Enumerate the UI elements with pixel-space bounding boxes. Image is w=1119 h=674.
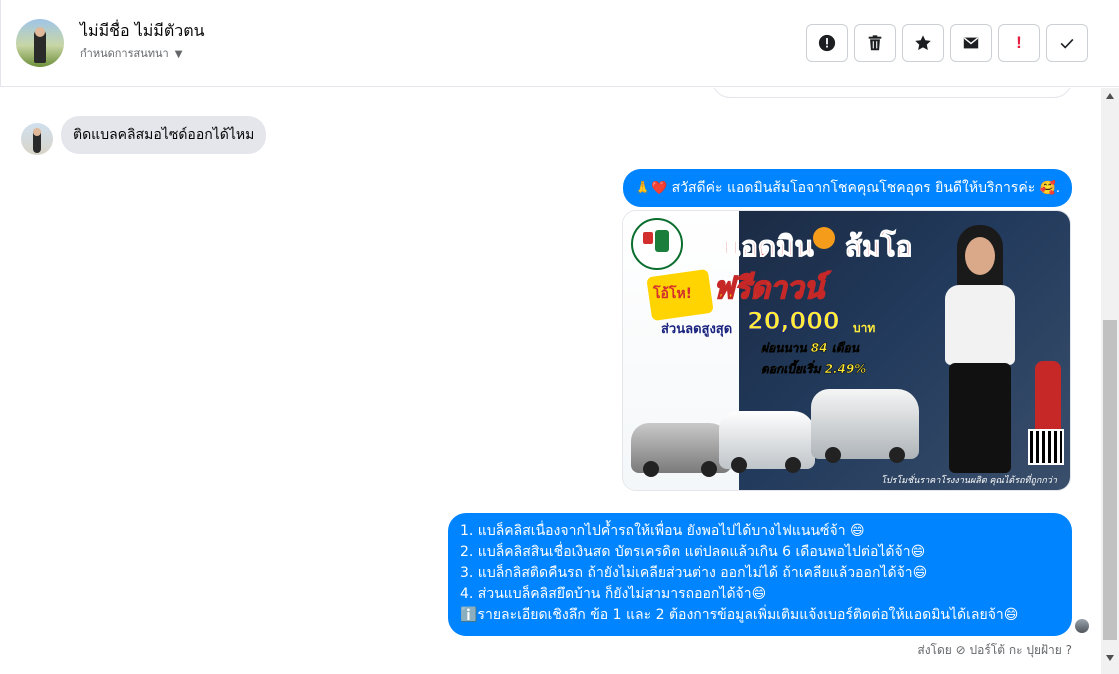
promo-headline: ฟรีดาวน์	[712, 270, 825, 307]
scroll-down-icon[interactable]	[1106, 655, 1114, 661]
conversation-header: ไม่มีชื่อ ไม่มีตัวตน กำหนดการสนทนา ▼ !	[0, 0, 1119, 87]
dealer-logo	[631, 218, 683, 270]
mail-icon	[963, 37, 979, 49]
sender-avatar[interactable]	[21, 123, 53, 155]
trash-icon	[868, 35, 882, 51]
promo-currency: บาท	[853, 321, 876, 335]
promo-title-left: แอดมิน	[723, 230, 815, 264]
cargo-truck-image	[811, 389, 919, 463]
important-mark: !	[1016, 33, 1022, 52]
promo-installment: ผ่อนนาน 84 เดือน	[761, 341, 859, 356]
reply-line: 4. ส่วนแบล็คลิสยึดบ้าน ก็ยังไม่สามารถออก…	[460, 586, 767, 602]
reply-line: 3. แบล็กลิสติดคืนรถ ถ้ายังไม่เคลียส่วนต่…	[460, 565, 928, 581]
reply-line: 1. แบล็คลิสเนื่องจากไปค้ำรถให้เพื่อน ยัง…	[460, 523, 865, 539]
caret-down-icon: ▼	[174, 49, 183, 60]
promo-image[interactable]: แอดมิน ส้มโอ โอ้โห! ฟรีดาวน์ ส่วนลดสูงสุ…	[622, 210, 1071, 491]
promo-badge: โอ้โห!	[653, 286, 693, 302]
mark-done-button[interactable]	[1046, 24, 1088, 62]
greeting-text: สวัสดีค่ะ แอดมินส้มโอจากโชคคุณโชคอุดร ยิ…	[671, 180, 1036, 196]
seen-avatar	[1075, 619, 1089, 633]
orange-icon	[813, 227, 835, 249]
promo-discount-label: ส่วนลดสูงสุด	[661, 322, 733, 337]
promo-title-right: ส้มโอ	[844, 230, 913, 264]
delete-button[interactable]	[854, 24, 896, 62]
promo-footer: โปรโมชั่นราคาโรงงานผลิต คุณได้รถที่ถูกกว…	[881, 476, 1057, 486]
schedule-label: กำหนดการสนทนา	[80, 47, 169, 60]
important-button[interactable]: !	[998, 24, 1040, 62]
reply-line: ℹ️รายละเอียดเชิงลึก ข้อ 1 และ 2 ต้องการข…	[460, 607, 1019, 623]
header-actions: !	[806, 24, 1088, 62]
greeting-emoji: 🙏❤️	[634, 181, 668, 196]
scroll-up-icon[interactable]	[1106, 93, 1114, 99]
mark-unread-button[interactable]	[950, 24, 992, 62]
reply-line: 2. แบล็คลิสสินเชื่อเงินสด บัตรเครดิต แต่…	[460, 544, 926, 560]
scrollbar[interactable]	[1101, 88, 1119, 674]
greeting-end-emoji: 🥰.	[1039, 181, 1060, 196]
check-icon	[1060, 38, 1074, 49]
sent-by-label: ส่งโดย ⊘ ปอร์โต้ กะ ปุยฝ้าย ?	[917, 643, 1072, 657]
outgoing-greeting-message[interactable]: 🙏❤️ สวัสดีค่ะ แอดมินส้มโอจากโชคคุณโชคอุด…	[622, 169, 1072, 207]
alert-icon	[818, 34, 836, 52]
qr-code-icon	[1028, 429, 1064, 465]
contact-avatar[interactable]	[16, 19, 64, 67]
incoming-message[interactable]: ติดแบลคลิสมอไซด์ออกได้ไหม	[61, 116, 267, 154]
pickup-truck-image	[719, 411, 815, 473]
admin-photo	[945, 225, 1015, 475]
report-button[interactable]	[806, 24, 848, 62]
scrollbar-thumb[interactable]	[1103, 320, 1117, 640]
star-icon	[915, 35, 931, 51]
contact-name[interactable]: ไม่มีชื่อ ไม่มีตัวตน	[80, 19, 205, 44]
outgoing-reply-message[interactable]: 1. แบล็คลิสเนื่องจากไปค้ำรถให้เพื่อน ยัง…	[448, 513, 1072, 636]
promo-amount: 20,000	[747, 307, 841, 336]
previous-message-bubble	[712, 88, 1072, 98]
promo-interest: ดอกเบี้ยเริ่ม 2.49%	[761, 362, 867, 377]
sedan-car-image	[631, 423, 731, 477]
message-thread[interactable]: ติดแบลคลิสมอไซด์ออกได้ไหม 🙏❤️ สวัสดีค่ะ …	[0, 88, 1101, 674]
conversation-schedule-dropdown[interactable]: กำหนดการสนทนา ▼	[80, 44, 182, 62]
star-button[interactable]	[902, 24, 944, 62]
